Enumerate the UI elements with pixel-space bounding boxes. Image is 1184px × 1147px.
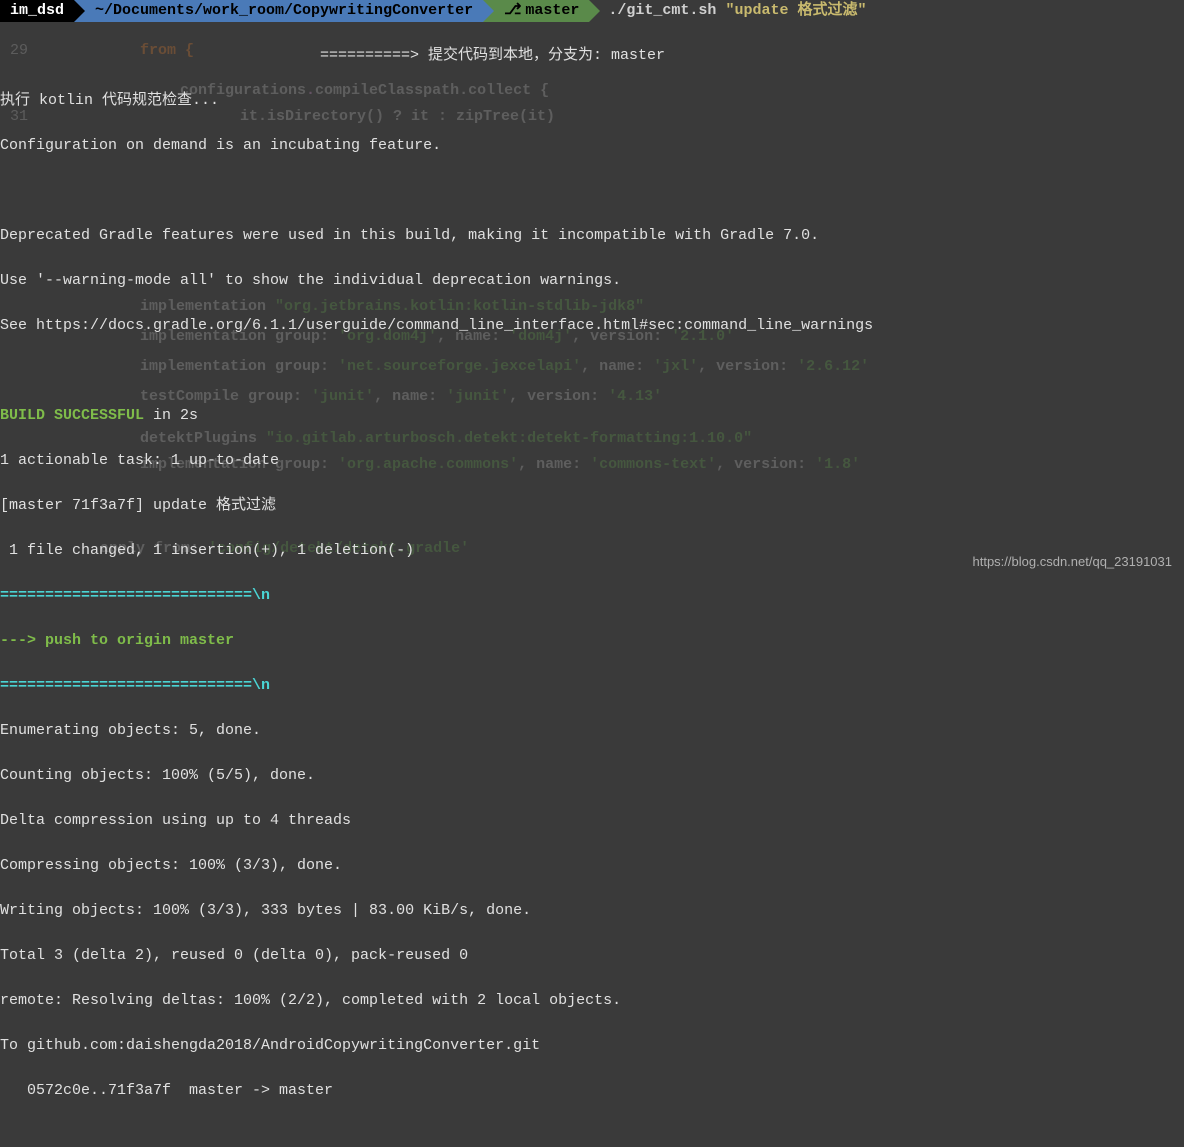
- git-branch-icon: ⎇: [504, 0, 521, 22]
- output-line: See https://docs.gradle.org/6.1.1/usergu…: [0, 315, 1184, 338]
- output-line: Delta compression using up to 4 threads: [0, 810, 1184, 833]
- separator-icon: [589, 0, 600, 22]
- output-line: Counting objects: 100% (5/5), done.: [0, 765, 1184, 788]
- prompt-user: im_dsd: [0, 0, 74, 22]
- output-line: 执行 kotlin 代码规范检查...: [0, 90, 1184, 113]
- output-line: [0, 180, 1184, 203]
- output-line: To github.com:daishengda2018/AndroidCopy…: [0, 1035, 1184, 1058]
- output-line: Total 3 (delta 2), reused 0 (delta 0), p…: [0, 945, 1184, 968]
- separator-icon: [74, 0, 85, 22]
- output-line: ==========> 提交代码到本地，分支为: master: [0, 45, 1184, 68]
- output-line: Use '--warning-mode all' to show the ind…: [0, 270, 1184, 293]
- shell-prompt: im_dsd ~/Documents/work_room/Copywriting…: [0, 0, 1184, 22]
- divider-line: ============================\n: [0, 675, 1184, 698]
- output-line: 0572c0e..71f3a7f master -> master: [0, 1080, 1184, 1103]
- watermark: https://blog.csdn.net/qq_23191031: [973, 552, 1173, 572]
- output-line: [0, 360, 1184, 383]
- output-line: remote: Resolving deltas: 100% (2/2), co…: [0, 990, 1184, 1013]
- command-input[interactable]: ./git_cmt.sh "update 格式过滤": [600, 0, 866, 22]
- divider-line: ============================\n: [0, 585, 1184, 608]
- terminal-output[interactable]: ==========> 提交代码到本地，分支为: master 执行 kotli…: [0, 22, 1184, 1147]
- prompt-branch: ⎇master: [494, 0, 589, 22]
- push-status: ---> push to origin master: [0, 630, 1184, 653]
- output-line: Deprecated Gradle features were used in …: [0, 225, 1184, 248]
- output-line: Configuration on demand is an incubating…: [0, 135, 1184, 158]
- build-status: BUILD SUCCESSFUL in 2s: [0, 405, 1184, 428]
- output-line: Enumerating objects: 5, done.: [0, 720, 1184, 743]
- prompt-path: ~/Documents/work_room/CopywritingConvert…: [85, 0, 483, 22]
- output-line: Writing objects: 100% (3/3), 333 bytes |…: [0, 900, 1184, 923]
- output-line: Compressing objects: 100% (3/3), done.: [0, 855, 1184, 878]
- separator-icon: [483, 0, 494, 22]
- output-line: [master 71f3a7f] update 格式过滤: [0, 495, 1184, 518]
- output-line: 1 actionable task: 1 up-to-date: [0, 450, 1184, 473]
- terminal-overlay[interactable]: im_dsd ~/Documents/work_room/Copywriting…: [0, 0, 1184, 579]
